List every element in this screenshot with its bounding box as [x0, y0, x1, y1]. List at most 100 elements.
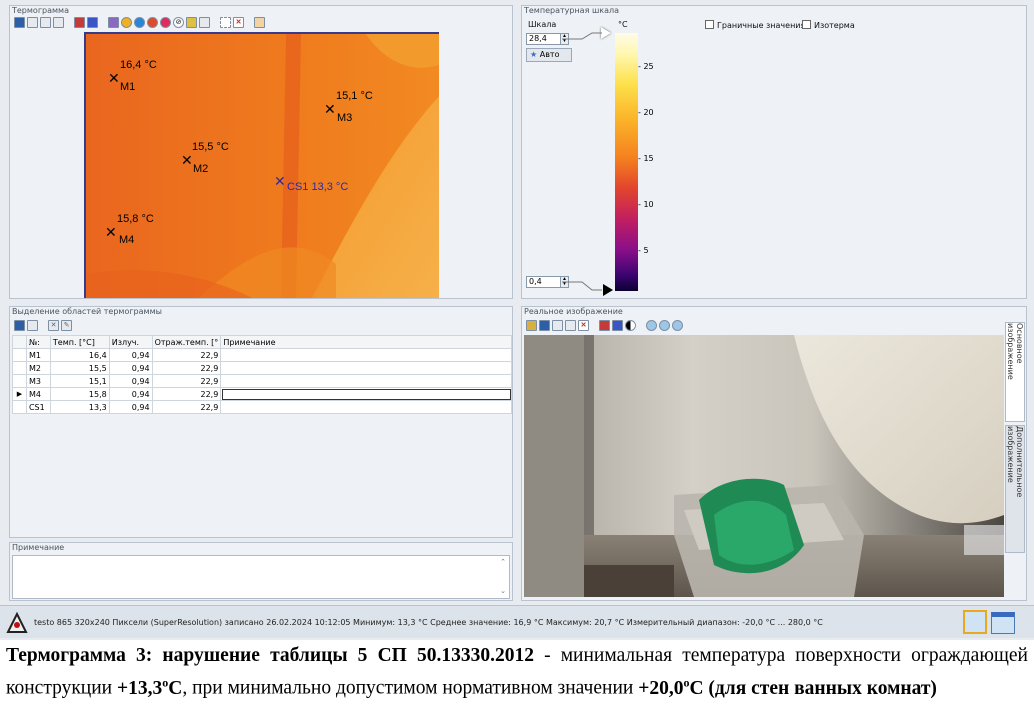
scale-tick-15: - 15: [638, 154, 654, 163]
scale-tick-10: - 10: [638, 200, 654, 209]
row-selector[interactable]: [12, 348, 27, 362]
cell-temp[interactable]: 15,5: [49, 361, 110, 375]
select-area-icon[interactable]: [220, 17, 231, 28]
marker-m4-cross-icon[interactable]: ✕: [105, 226, 117, 240]
marker-m1-cross-icon[interactable]: ✕: [108, 72, 120, 86]
cold-spot-icon[interactable]: [134, 17, 145, 28]
note-scroll-up-icon[interactable]: ⌃: [500, 558, 506, 566]
column-header[interactable]: Темп. [°C]: [49, 335, 110, 349]
copy-icon[interactable]: [552, 320, 563, 331]
zoom-fit-icon[interactable]: [672, 320, 683, 331]
contrast-icon[interactable]: [625, 320, 636, 331]
cell-emissivity[interactable]: 0,94: [108, 374, 153, 388]
cell-note[interactable]: [220, 374, 512, 388]
profile-icon[interactable]: [199, 17, 210, 28]
cell-temp[interactable]: 16,4: [49, 348, 110, 362]
table-row[interactable]: CS1 13,3 0,94 22,9: [12, 400, 512, 414]
copy-icon[interactable]: [27, 17, 38, 28]
paste-icon[interactable]: [40, 17, 51, 28]
zoom-in-icon[interactable]: [646, 320, 657, 331]
note-scroll-down-icon[interactable]: ⌄: [500, 587, 506, 595]
marker-m3-cross-icon[interactable]: ✕: [324, 103, 336, 117]
cell-note[interactable]: [220, 348, 512, 362]
status-bar: testo 865 320x240 Пиксели (SuperResoluti…: [0, 605, 1034, 638]
no-measure-icon[interactable]: ⊘: [173, 17, 184, 28]
delete-icon[interactable]: ✕: [233, 17, 244, 28]
isotherm-option[interactable]: Изотерма: [802, 20, 855, 30]
cell-temp[interactable]: 15,8: [49, 387, 110, 401]
scale-icon[interactable]: [108, 17, 119, 28]
cell-emissivity[interactable]: 0,94: [108, 348, 153, 362]
row-selector[interactable]: [12, 400, 27, 414]
window-layout-alt-icon[interactable]: [991, 612, 1015, 634]
real-photo[interactable]: [524, 335, 1004, 597]
cell-reflected-temp[interactable]: 22,9: [151, 374, 222, 388]
regions-panel: Выделение областей термограммы ✕ ✎ №: Те…: [9, 306, 513, 538]
thermal-image[interactable]: 16,4 °C ✕ M1 15,1 °C ✕ M3 15,5 °C ✕ M2 ✕…: [84, 32, 439, 298]
row-selector-current[interactable]: ▶: [12, 387, 27, 401]
cell-reflected-temp[interactable]: 22,9: [151, 348, 222, 362]
export-icon[interactable]: [53, 17, 64, 28]
table-row[interactable]: M1 16,4 0,94 22,9: [12, 348, 512, 362]
table-row[interactable]: ▶ M4 15,8 0,94 22,9: [12, 387, 512, 401]
palette-alt-icon[interactable]: [612, 320, 623, 331]
palette-icon[interactable]: [599, 320, 610, 331]
scale-label: Шкала: [528, 20, 557, 29]
cell-note[interactable]: [220, 361, 512, 375]
column-header[interactable]: Излуч.: [108, 335, 153, 349]
marker-cs1-cross-icon[interactable]: ✕: [274, 175, 286, 189]
export-icon[interactable]: [565, 320, 576, 331]
cell-emissivity[interactable]: 0,94: [108, 387, 153, 401]
row-selector-header: [12, 335, 27, 349]
cell-reflected-temp[interactable]: 22,9: [151, 361, 222, 375]
cell-note[interactable]: [220, 387, 512, 401]
scale-min-input[interactable]: 0,4: [526, 276, 562, 288]
marker-spot-icon[interactable]: [147, 17, 158, 28]
cell-reflected-temp[interactable]: 22,9: [151, 387, 222, 401]
hot-spot-icon[interactable]: [121, 17, 132, 28]
window-layout-icon[interactable]: [963, 610, 987, 634]
table-row[interactable]: M2 15,5 0,94 22,9: [12, 361, 512, 375]
column-header[interactable]: Отраж.темп. [°: [151, 335, 222, 349]
note-title: Примечание: [12, 543, 65, 552]
table-row[interactable]: M3 15,1 0,94 22,9: [12, 374, 512, 388]
cell-id: M4: [25, 387, 51, 401]
save-icon[interactable]: [14, 320, 25, 331]
row-selector[interactable]: [12, 361, 27, 375]
zoom-out-icon[interactable]: [659, 320, 670, 331]
save-icon[interactable]: [539, 320, 550, 331]
cell-note[interactable]: [220, 400, 512, 414]
status-text: testo 865 320x240 Пиксели (SuperResoluti…: [34, 618, 823, 627]
save-icon[interactable]: [14, 17, 25, 28]
measure-spot-icon[interactable]: [160, 17, 171, 28]
grid-icon[interactable]: [254, 17, 265, 28]
color-scale-bar: [615, 33, 638, 291]
column-header[interactable]: №:: [25, 335, 51, 349]
copy-icon[interactable]: [27, 320, 38, 331]
min-pointer-icon[interactable]: [603, 284, 613, 296]
cell-temp[interactable]: 13,3: [49, 400, 110, 414]
delete-icon[interactable]: ✕: [578, 320, 589, 331]
tab-extra-image[interactable]: Дополнительное изображение: [1005, 425, 1025, 553]
limit-values-checkbox[interactable]: [705, 20, 714, 29]
note-textarea[interactable]: [12, 555, 510, 599]
marker-m2-cross-icon[interactable]: ✕: [181, 154, 193, 168]
delete-icon[interactable]: ✕: [48, 320, 59, 331]
column-header[interactable]: Примечание: [220, 335, 512, 349]
edit-icon[interactable]: ✎: [61, 320, 72, 331]
cell-temp[interactable]: 15,1: [49, 374, 110, 388]
cell-id: M2: [25, 361, 51, 375]
scale-max-input[interactable]: 28,4: [526, 33, 562, 45]
open-icon[interactable]: [526, 320, 537, 331]
palette-icon[interactable]: [74, 17, 85, 28]
histogram-icon[interactable]: [186, 17, 197, 28]
limit-values-option[interactable]: Граничные значения: [705, 20, 805, 30]
tab-main-image[interactable]: Основное изображение: [1005, 322, 1025, 422]
cell-emissivity[interactable]: 0,94: [108, 361, 153, 375]
isotherm-checkbox[interactable]: [802, 20, 811, 29]
row-selector[interactable]: [12, 374, 27, 388]
cell-reflected-temp[interactable]: 22,9: [151, 400, 222, 414]
cell-emissivity[interactable]: 0,94: [108, 400, 153, 414]
auto-button[interactable]: ★ Авто: [526, 48, 572, 62]
palette-alt-icon[interactable]: [87, 17, 98, 28]
